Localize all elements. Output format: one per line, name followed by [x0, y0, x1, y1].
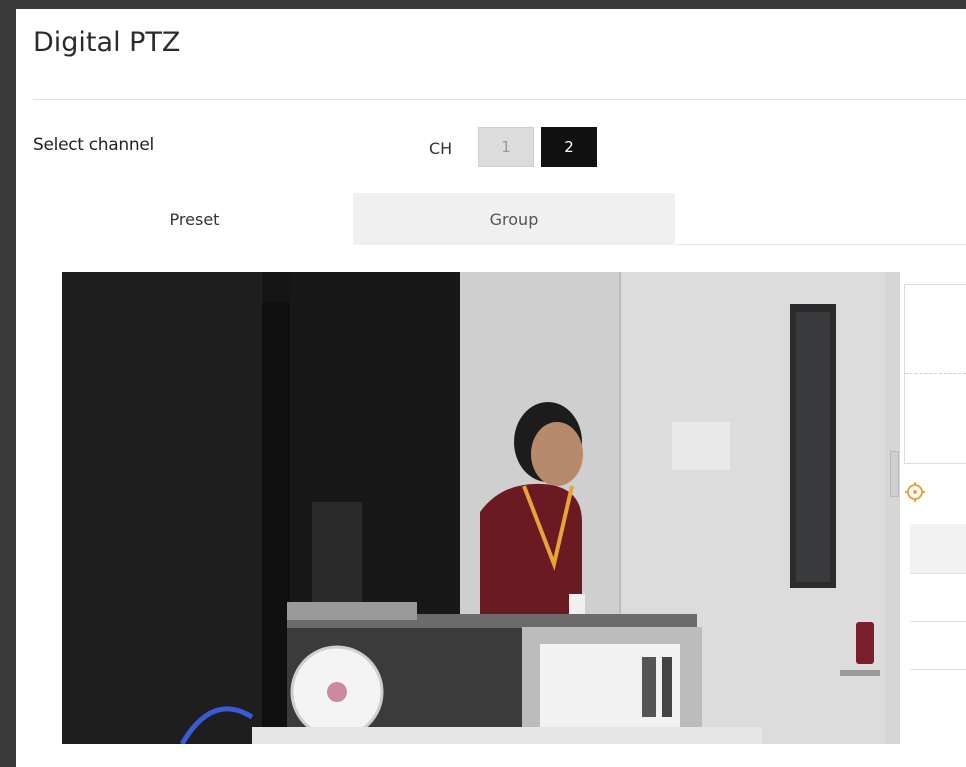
ch-label: CH: [429, 139, 453, 158]
tab-bar-filler: [675, 193, 966, 245]
table-header: [910, 524, 966, 574]
digital-ptz-panel: Digital PTZ Select channel CH 1 2 Preset…: [16, 9, 966, 767]
channel-1-button[interactable]: 1: [478, 127, 534, 167]
select-channel-label: Select channel: [33, 135, 154, 155]
ptz-preview-box: [904, 284, 966, 464]
title-divider: [33, 99, 966, 100]
video-frame-image: [62, 272, 900, 744]
crosshair-target-icon[interactable]: [904, 481, 928, 505]
channel-2-button[interactable]: 2: [541, 127, 597, 167]
page-title: Digital PTZ: [33, 27, 181, 58]
tab-preset[interactable]: Preset: [36, 193, 353, 245]
camera-video-feed[interactable]: [62, 272, 900, 744]
table-row[interactable]: [910, 622, 966, 670]
preset-list-table: [910, 524, 966, 670]
table-row[interactable]: [910, 574, 966, 622]
preview-center-line: [905, 373, 966, 374]
tab-group[interactable]: Group: [353, 193, 675, 245]
tab-bar: Preset Group: [36, 193, 966, 245]
video-splitter-handle[interactable]: [890, 451, 899, 497]
